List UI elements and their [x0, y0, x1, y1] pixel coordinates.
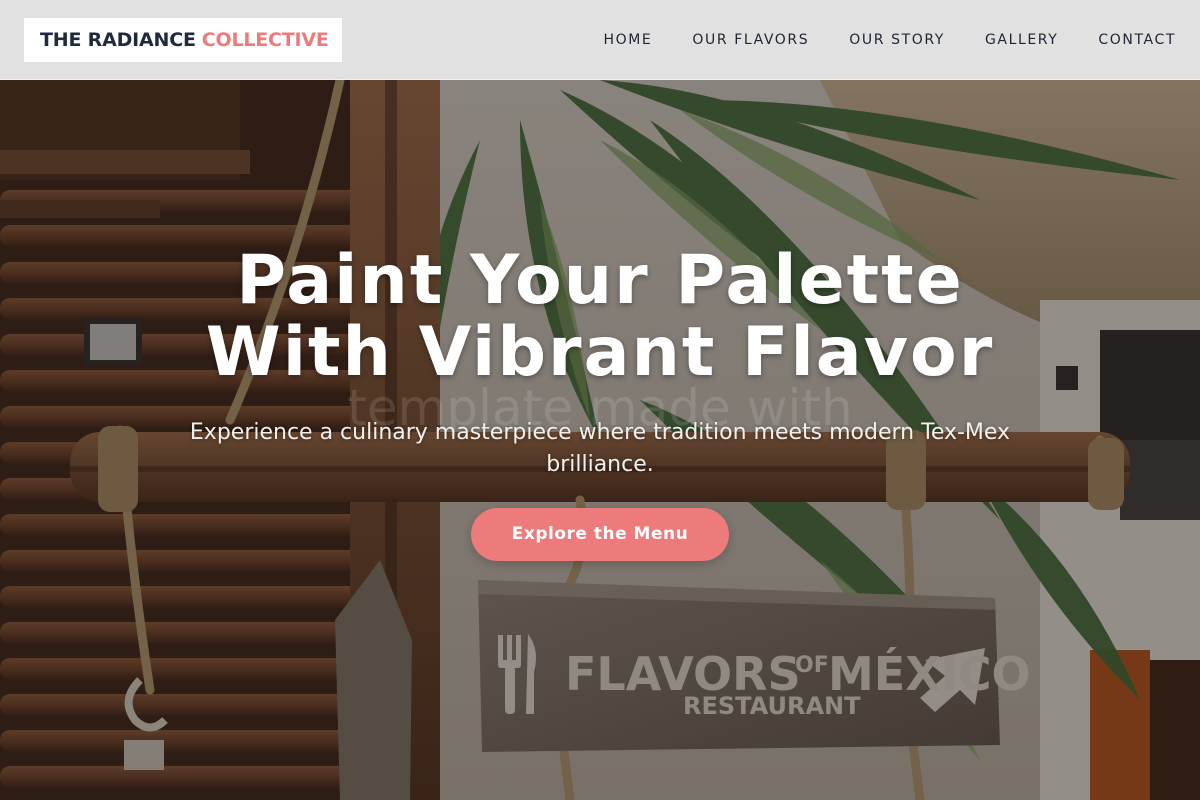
- main-nav: HOME OUR FLAVORS OUR STORY GALLERY CONTA…: [604, 0, 1177, 80]
- nav-link-home[interactable]: HOME: [604, 32, 653, 48]
- site-header: THE RADIANCE COLLECTIVE HOME OUR FLAVORS…: [0, 0, 1200, 80]
- brand-name-accent: COLLECTIVE: [201, 29, 329, 51]
- hero-section: Paint Your Palette With Vibrant Flavor E…: [0, 245, 1200, 561]
- page: FLAVORS OF MÉXICO RESTAURANT template ma…: [0, 0, 1200, 800]
- nav-link-our-story[interactable]: OUR STORY: [849, 32, 945, 48]
- hero-title: Paint Your Palette With Vibrant Flavor: [205, 241, 995, 392]
- hero-subtitle: Experience a culinary masterpiece where …: [189, 420, 1011, 477]
- nav-link-our-flavors[interactable]: OUR FLAVORS: [692, 32, 809, 48]
- nav-link-gallery[interactable]: GALLERY: [985, 32, 1058, 48]
- nav-link-contact[interactable]: CONTACT: [1098, 32, 1176, 48]
- brand-name-primary: THE RADIANCE: [40, 29, 196, 51]
- brand-logo[interactable]: THE RADIANCE COLLECTIVE: [24, 18, 342, 62]
- explore-menu-button[interactable]: Explore the Menu: [471, 508, 729, 561]
